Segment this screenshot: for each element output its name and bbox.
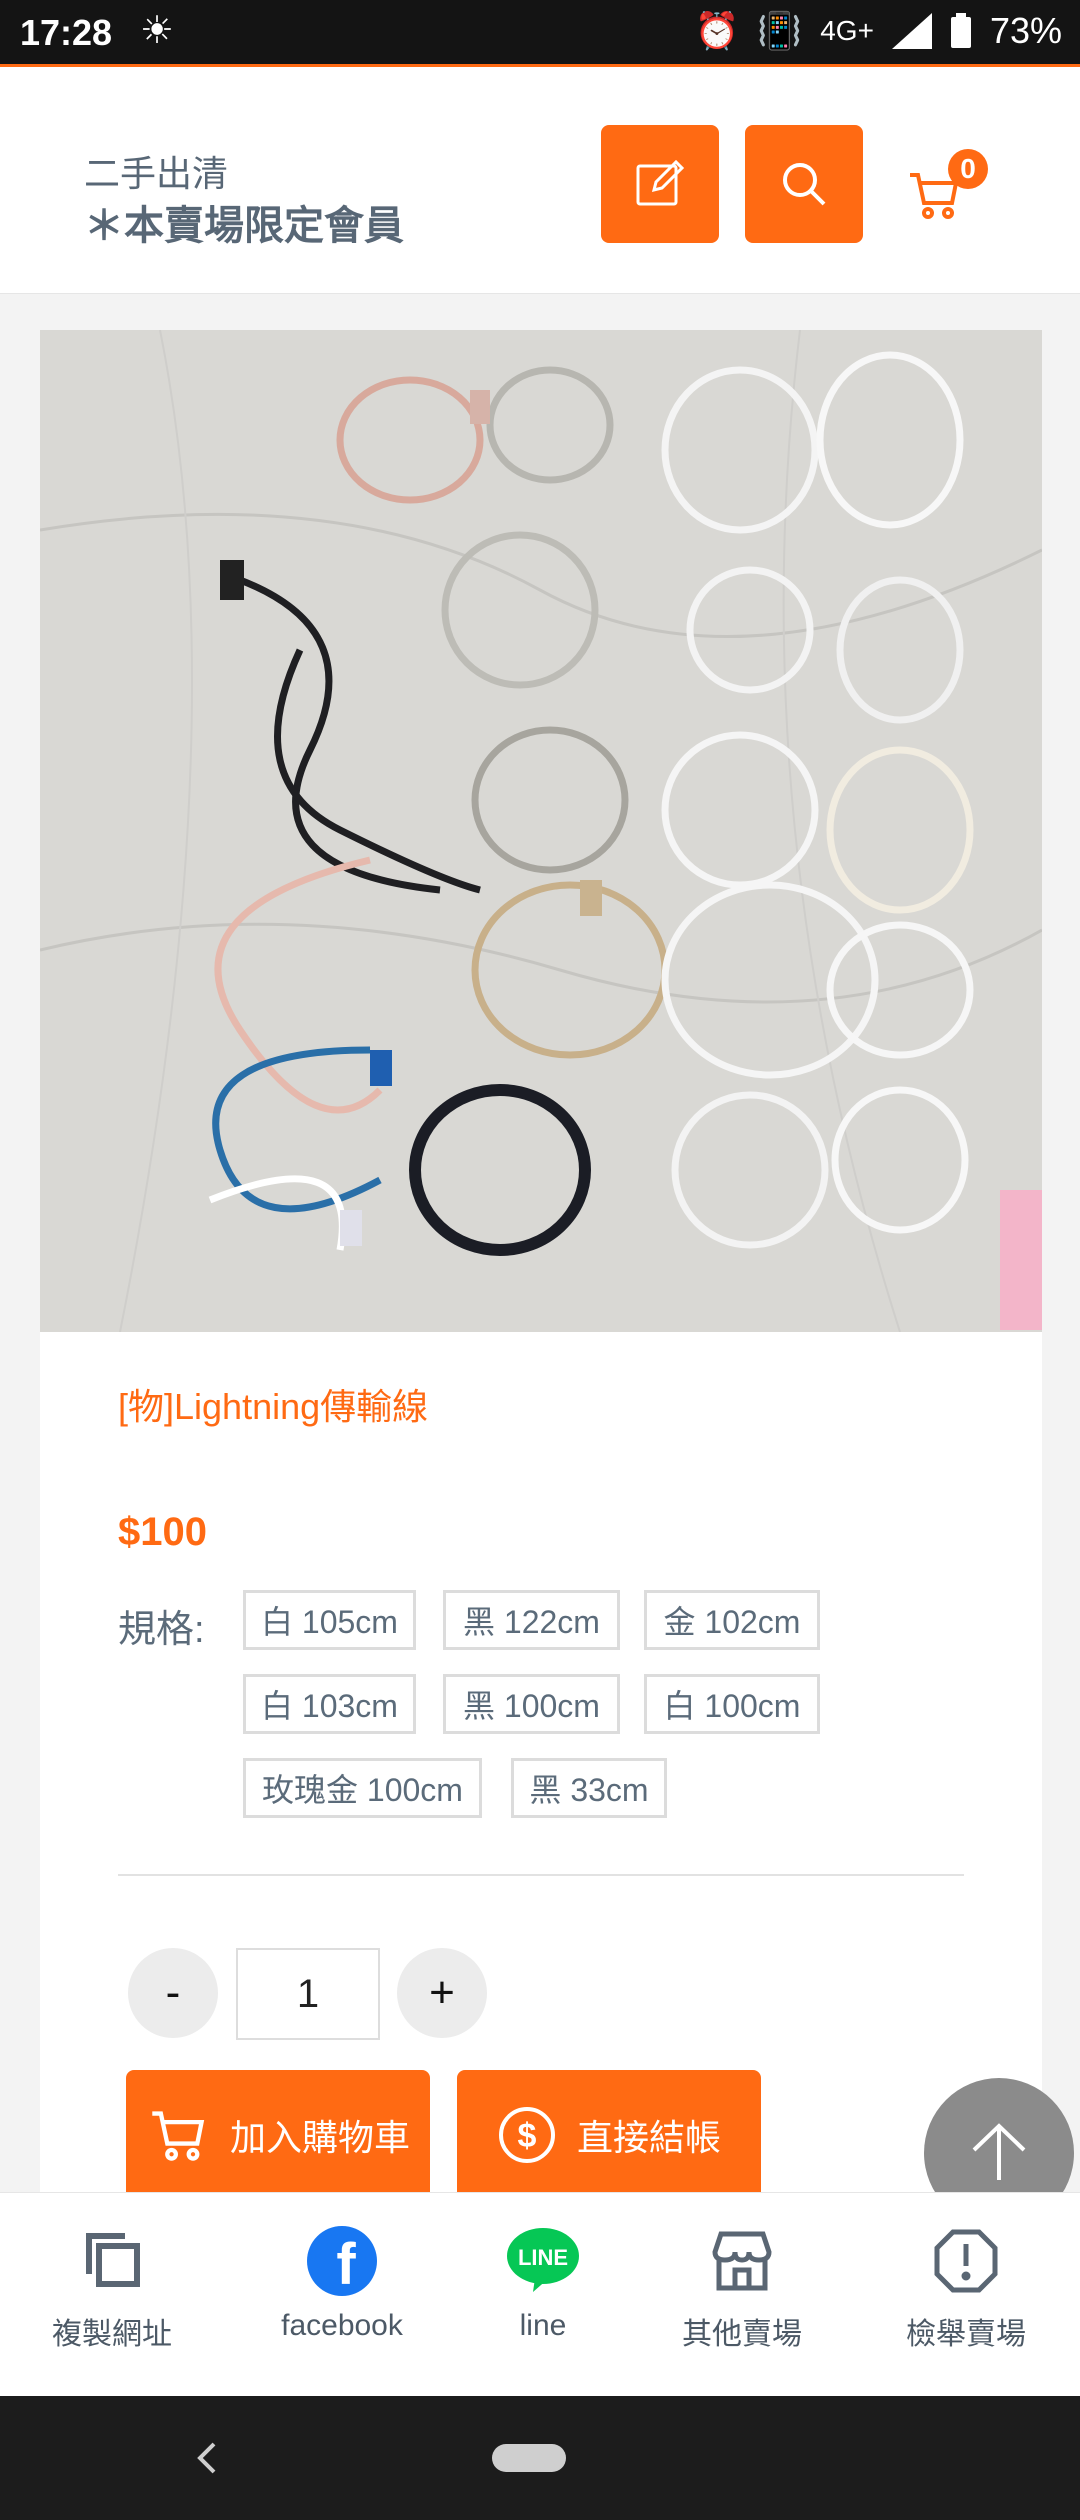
store-icon (712, 2231, 772, 2291)
back-icon[interactable] (188, 2438, 228, 2478)
search-button[interactable] (745, 125, 863, 243)
copy-url-label: 複製網址 (52, 2318, 172, 2351)
spec-option[interactable]: 玫瑰金 100cm (243, 1758, 482, 1818)
system-navigation-bar (0, 2396, 1080, 2520)
spec-option[interactable]: 金 102cm (644, 1590, 820, 1650)
store-title: 二手出清 (84, 153, 229, 194)
status-time: 17:28 (20, 12, 113, 53)
spec-option[interactable]: 黑 100cm (443, 1674, 620, 1734)
brightness-icon: ☀ (140, 10, 175, 52)
warning-icon (934, 2229, 998, 2293)
copy-icon (86, 2233, 140, 2287)
checkout-button[interactable]: $ 直接結帳 (457, 2070, 761, 2200)
spec-option[interactable]: 白 100cm (644, 1674, 820, 1734)
checkout-label: 直接結帳 (576, 2117, 721, 2158)
report-store-label: 檢舉賣場 (906, 2318, 1026, 2351)
app-header: 二手出清 ＊本賣場限定會員 0 (0, 67, 1080, 294)
network-label: 4G+ (820, 15, 874, 46)
home-pill[interactable] (492, 2444, 566, 2472)
add-to-cart-button[interactable]: 加入購物車 (126, 2070, 430, 2200)
copy-url-button[interactable]: 複製網址 (12, 2213, 212, 2383)
store-subtitle: ＊本賣場限定會員 (84, 204, 404, 248)
line-logo-text: LINE (518, 2245, 568, 2270)
cart-button[interactable]: 0 (906, 149, 988, 225)
facebook-share-button[interactable]: f facebook (242, 2213, 442, 2383)
spec-option[interactable]: 黑 122cm (443, 1590, 620, 1650)
spec-option[interactable]: 白 105cm (243, 1590, 416, 1650)
spec-option[interactable]: 黑 33cm (511, 1758, 667, 1818)
line-share-button[interactable]: LINE line (443, 2213, 643, 2383)
report-store-button[interactable]: 檢舉賣場 (866, 2213, 1066, 2383)
svg-text:$: $ (518, 2117, 537, 2155)
battery-icon (950, 13, 971, 48)
svg-text:f: f (336, 2232, 356, 2297)
product-price: $100 (118, 1510, 207, 1554)
product-title: [物]Lightning傳輸線 (118, 1386, 429, 1427)
status-bar: 17:28 ☀ ⏰ 📳 4G+ 73% (0, 0, 1080, 64)
facebook-label: facebook (281, 2309, 403, 2342)
dollar-icon: $ (498, 2107, 555, 2163)
edit-icon (636, 159, 685, 206)
battery-label: 73% (989, 10, 1062, 51)
other-stores-button[interactable]: 其他賣場 (642, 2213, 842, 2383)
quantity-plus-button[interactable]: + (397, 1948, 487, 2038)
spec-label: 規格: (118, 1609, 205, 1651)
cart-count-badge: 0 (948, 149, 988, 189)
line-icon: LINE (507, 2228, 579, 2292)
status-icons: ⏰ 📳 4G+ 73% (695, 10, 1062, 52)
edit-button[interactable] (601, 125, 719, 243)
vibrate-icon: 📳 (757, 10, 803, 51)
bottom-navigation: 複製網址 f facebook LINE line 其他賣場 檢舉賣場 (0, 2192, 1080, 2397)
other-stores-label: 其他賣場 (682, 2318, 802, 2351)
quantity-input[interactable]: 1 (236, 1948, 380, 2040)
alarm-icon: ⏰ (694, 10, 740, 51)
signal-icon (891, 13, 932, 49)
quantity-minus-button[interactable]: - (128, 1948, 218, 2038)
product-card: [物]Lightning傳輸線 $100 規格: 白 105cm 黑 122cm… (40, 330, 1042, 2230)
line-label: line (519, 2309, 567, 2342)
arrow-up-icon (972, 2123, 1026, 2180)
search-icon (783, 163, 826, 206)
add-to-cart-label: 加入購物車 (229, 2117, 410, 2158)
facebook-icon: f (307, 2226, 377, 2297)
spec-option[interactable]: 白 103cm (243, 1674, 416, 1734)
cart-icon (152, 2111, 205, 2161)
product-photo[interactable] (40, 330, 1042, 1332)
section-divider (118, 1874, 964, 1876)
